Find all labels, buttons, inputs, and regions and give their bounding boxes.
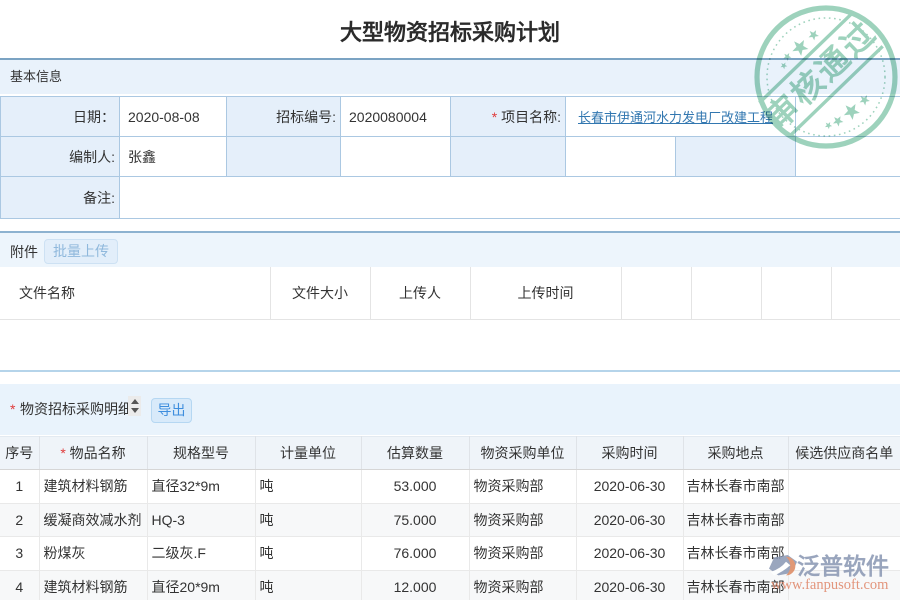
svg-text:审核通过: 审核通过: [759, 14, 884, 136]
svg-text:www.fanpusoft.com: www.fanpusoft.com: [771, 577, 889, 593]
svg-text:泛普软件: 泛普软件: [797, 553, 889, 579]
